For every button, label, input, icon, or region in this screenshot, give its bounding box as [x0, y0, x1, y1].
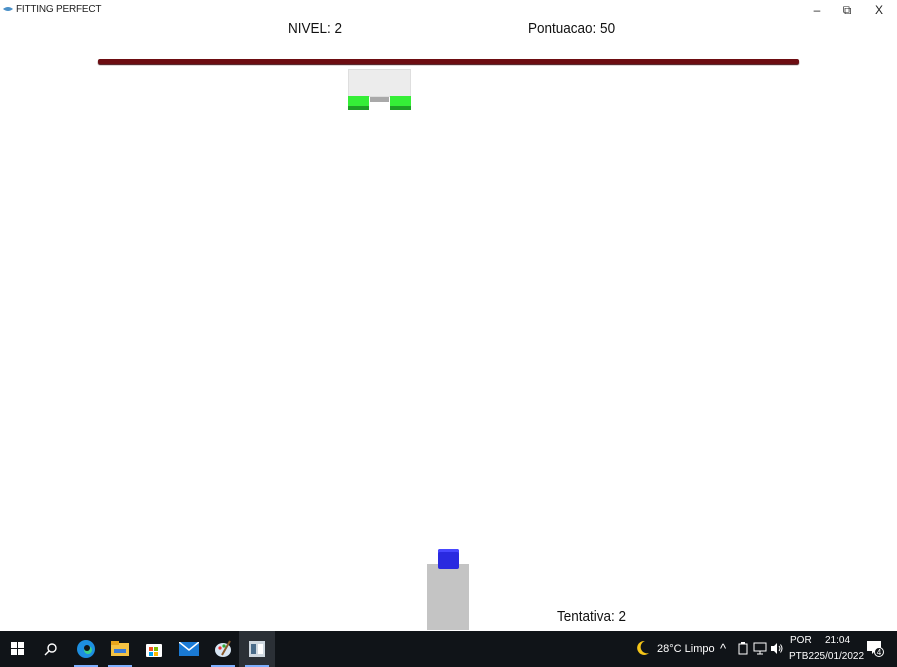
close-button[interactable]: X	[862, 0, 896, 20]
clock-time[interactable]: 21:04	[825, 635, 850, 646]
language-label[interactable]: POR	[790, 635, 812, 646]
target-leg-left	[348, 96, 369, 110]
taskbar: 28°C Limpo ^ POR PTB2 21:04 25/01/2022 4	[0, 631, 897, 667]
minimize-button[interactable]: –	[800, 0, 834, 20]
edge-icon[interactable]	[68, 631, 104, 667]
paint-icon[interactable]	[205, 631, 241, 667]
launcher	[427, 564, 469, 630]
file-explorer-icon[interactable]	[102, 631, 138, 667]
notification-count: 4	[874, 647, 884, 657]
windows-start-icon[interactable]	[0, 631, 36, 667]
keyboard-label[interactable]: PTB2	[789, 651, 814, 662]
chevron-up-icon[interactable]: ^	[720, 641, 726, 656]
search-icon[interactable]	[33, 631, 69, 667]
maximize-button[interactable]: ⧉	[830, 0, 864, 20]
attempt-label: Tentativa: 2	[557, 608, 627, 625]
clock-date[interactable]: 25/01/2022	[814, 651, 864, 662]
moon-icon	[637, 640, 649, 655]
game-window-icon[interactable]	[239, 631, 275, 667]
ceiling-bar	[98, 59, 799, 64]
battery-icon[interactable]	[738, 642, 748, 655]
score-label: Pontuacao: 50	[528, 20, 616, 37]
window-title: FITTING PERFECT	[16, 4, 102, 15]
volume-icon[interactable]	[770, 642, 784, 655]
network-icon[interactable]	[753, 642, 767, 655]
target-slot	[370, 97, 389, 102]
title-bar: FITTING PERFECT – ⧉ X	[0, 0, 897, 22]
notifications-button[interactable]: 4	[866, 640, 884, 658]
target-piece	[348, 69, 411, 111]
target-leg-right	[390, 96, 411, 110]
level-label: NIVEL: 2	[288, 20, 343, 37]
target-body	[348, 69, 411, 97]
store-icon[interactable]	[136, 631, 172, 667]
mail-icon[interactable]	[171, 631, 207, 667]
app-icon	[3, 7, 13, 11]
player-block[interactable]	[438, 549, 459, 569]
weather-text[interactable]: 28°C Limpo	[657, 643, 715, 655]
